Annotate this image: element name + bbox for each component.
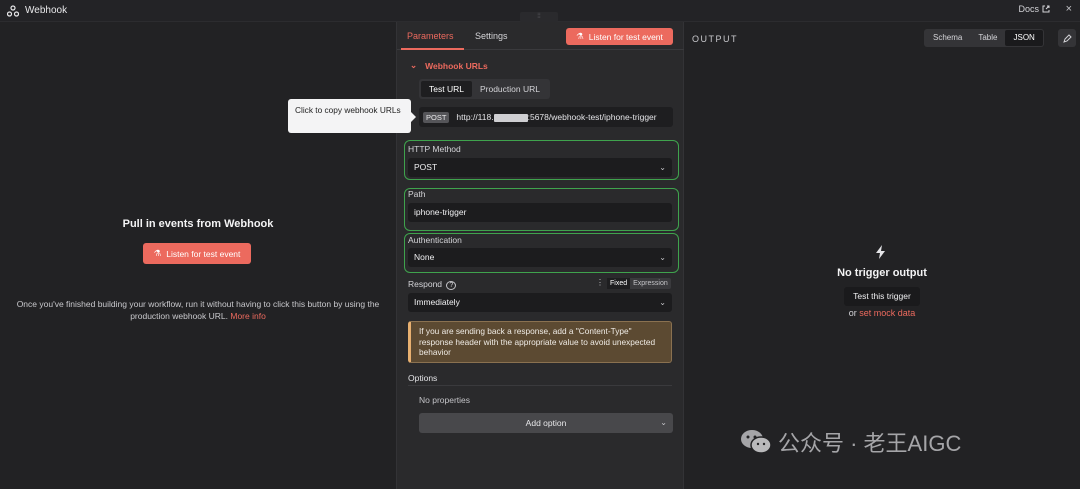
description-text: Once you've finished building your workf… (16, 299, 380, 321)
parameters-panel: Parameters Settings ⚗ Listen for test ev… (396, 22, 685, 489)
listen-button-left[interactable]: ⚗ Listen for test event (143, 243, 251, 264)
or-text: or (848, 308, 857, 318)
method-badge: POST (423, 111, 450, 123)
lightning-icon (876, 245, 885, 259)
production-url-tab[interactable]: Production URL (472, 81, 548, 97)
authentication-select[interactable]: None ⌄ (408, 248, 672, 267)
set-mock-data-link[interactable]: set mock data (859, 308, 915, 318)
authentication-value: None (414, 252, 435, 262)
view-json[interactable]: JSON (1005, 30, 1043, 46)
webhook-url: http://118. :5678/webhook-test/iphone-tri… (456, 112, 656, 122)
http-method-value: POST (414, 162, 438, 172)
webhook-url-field[interactable]: POST http://118. :5678/webhook-test/iphon… (419, 107, 673, 127)
respond-mode-toggle: Fixed Expression (607, 278, 671, 289)
view-table[interactable]: Table (970, 30, 1005, 46)
chevron-down-icon: ⌄ (659, 163, 666, 172)
tab-bar: Parameters Settings ⚗ Listen for test ev… (397, 22, 685, 50)
active-tab-indicator (401, 48, 464, 50)
more-options-icon[interactable]: ⋮ (596, 278, 604, 287)
window-title: Webhook (25, 5, 68, 16)
close-icon[interactable]: × (1066, 3, 1072, 15)
watermark: 公众号 · 老王AIGC (740, 426, 961, 458)
path-input[interactable]: iphone-trigger (408, 203, 672, 222)
webhook-urls-toggle[interactable]: ⌄ Webhook URLs (410, 60, 488, 71)
chevron-down-icon: ⌄ (659, 298, 666, 307)
watermark-text: 公众号 · 老王AIGC (778, 431, 962, 456)
respond-select[interactable]: Immediately ⌄ (408, 293, 672, 312)
options-title: Options (408, 373, 438, 383)
chevron-down-icon: ⌄ (410, 60, 418, 70)
fixed-mode[interactable]: Fixed (607, 278, 631, 289)
input-description: Once you've finished building your workf… (10, 298, 386, 322)
drag-handle[interactable]: ⦙⦙ (520, 12, 558, 22)
chevron-down-icon: ⌄ (660, 418, 667, 427)
tab-parameters[interactable]: Parameters (407, 31, 454, 41)
external-link-icon (1042, 5, 1050, 13)
wechat-icon (741, 430, 772, 454)
listen-label-left: Listen for test event (166, 248, 241, 259)
no-output-title: No trigger output (837, 267, 927, 279)
content-type-warning: If you are sending back a response, add … (408, 321, 672, 363)
tooltip-text: Click to copy webhook URLs (295, 105, 401, 115)
output-panel: OUTPUT Schema Table JSON No trigger outp… (684, 22, 1080, 489)
url-prefix: http://118. (456, 112, 494, 122)
authentication-label: Authentication (408, 235, 462, 245)
add-option-button[interactable]: Add option ⌄ (419, 413, 673, 433)
docs-link[interactable]: Docs (1018, 4, 1050, 14)
test-trigger-button[interactable]: Test this trigger (844, 287, 920, 306)
output-view-switch: Schema Table JSON (924, 29, 1044, 47)
listen-label-top: Listen for test event (588, 31, 663, 42)
docs-label: Docs (1018, 4, 1039, 14)
flask-icon: ⚗ (576, 31, 584, 41)
tab-settings[interactable]: Settings (475, 31, 508, 41)
webhook-icon (6, 4, 20, 18)
input-heading: Pull in events from Webhook (122, 218, 274, 230)
more-info-link[interactable]: More info (230, 311, 265, 321)
respond-value: Immediately (414, 297, 460, 307)
output-title: OUTPUT (692, 34, 738, 44)
expression-mode[interactable]: Expression (630, 278, 671, 289)
no-properties-text: No properties (419, 395, 471, 405)
respond-label: Respond ? (408, 279, 457, 290)
add-option-label: Add option (525, 418, 567, 428)
http-method-select[interactable]: POST ⌄ (408, 158, 672, 177)
edit-output-button[interactable] (1058, 29, 1076, 47)
help-icon[interactable]: ? (446, 281, 457, 290)
url-type-switch: Test URL Production URL (419, 79, 550, 99)
pencil-icon (1062, 33, 1072, 43)
webhook-urls-title: Webhook URLs (425, 60, 488, 71)
test-url-tab[interactable]: Test URL (421, 81, 472, 97)
options-divider (408, 385, 672, 386)
copy-url-tooltip: Click to copy webhook URLs (288, 99, 416, 133)
tooltip-arrow (411, 112, 416, 122)
flask-icon: ⚗ (153, 248, 162, 258)
chevron-down-icon: ⌄ (659, 253, 666, 262)
mock-data-line: or set mock data (684, 308, 1080, 318)
respond-label-text: Respond (408, 279, 443, 289)
redacted-block (493, 113, 528, 122)
path-label: Path (408, 189, 426, 199)
http-method-label: HTTP Method (408, 144, 461, 154)
input-panel: Pull in events from Webhook ⚗ Listen for… (0, 22, 396, 489)
url-suffix: :5678/webhook-test/iphone-trigger (527, 112, 657, 122)
view-schema[interactable]: Schema (925, 30, 970, 46)
listen-button-top[interactable]: ⚗ Listen for test event (566, 28, 673, 45)
